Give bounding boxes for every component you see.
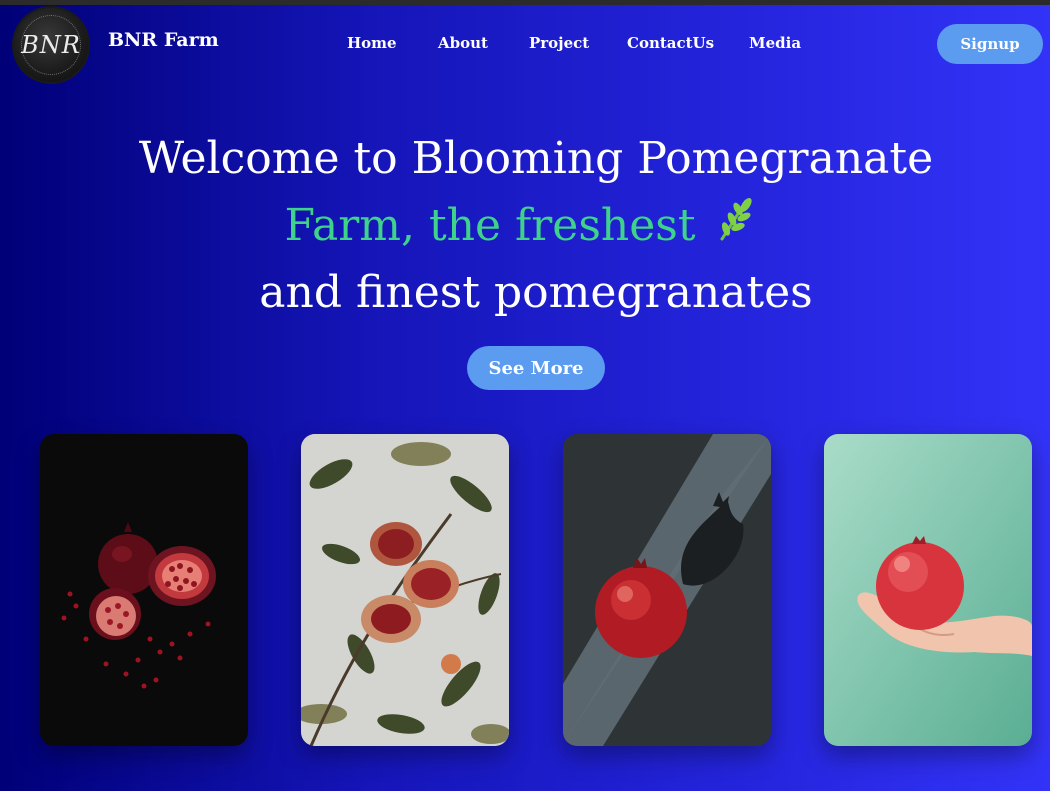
pomegranate-halves-image	[40, 434, 248, 746]
pomegranate-shadow-image	[563, 434, 771, 746]
gallery-card-4[interactable]	[824, 434, 1032, 746]
hero-heading-line-1: Welcome to Blooming Pomegranate	[138, 133, 934, 184]
pomegranates-on-tree-image	[301, 434, 509, 746]
hero-heading-line-3: and finest pomegranates	[259, 267, 813, 318]
pomegranate-in-hand-image	[824, 434, 1032, 746]
leaf-icon	[716, 197, 756, 252]
see-more-button[interactable]: See More	[467, 346, 605, 390]
main-nav: Home About Project ContactUs Media	[0, 34, 1050, 54]
hero-heading-line-2: Farm, the freshest	[0, 197, 1045, 256]
nav-home[interactable]: Home	[347, 34, 397, 52]
signup-button[interactable]: Signup	[937, 24, 1043, 64]
nav-media[interactable]: Media	[749, 34, 801, 52]
nav-about[interactable]: About	[438, 34, 488, 52]
gallery-card-2[interactable]	[301, 434, 509, 746]
gallery-card-1[interactable]	[40, 434, 248, 746]
hero-highlight-text: Farm, the freshest	[284, 200, 696, 251]
nav-project[interactable]: Project	[529, 34, 589, 52]
nav-contactus[interactable]: ContactUs	[627, 34, 714, 52]
window-top-border	[0, 0, 1050, 5]
gallery-card-3[interactable]	[563, 434, 771, 746]
